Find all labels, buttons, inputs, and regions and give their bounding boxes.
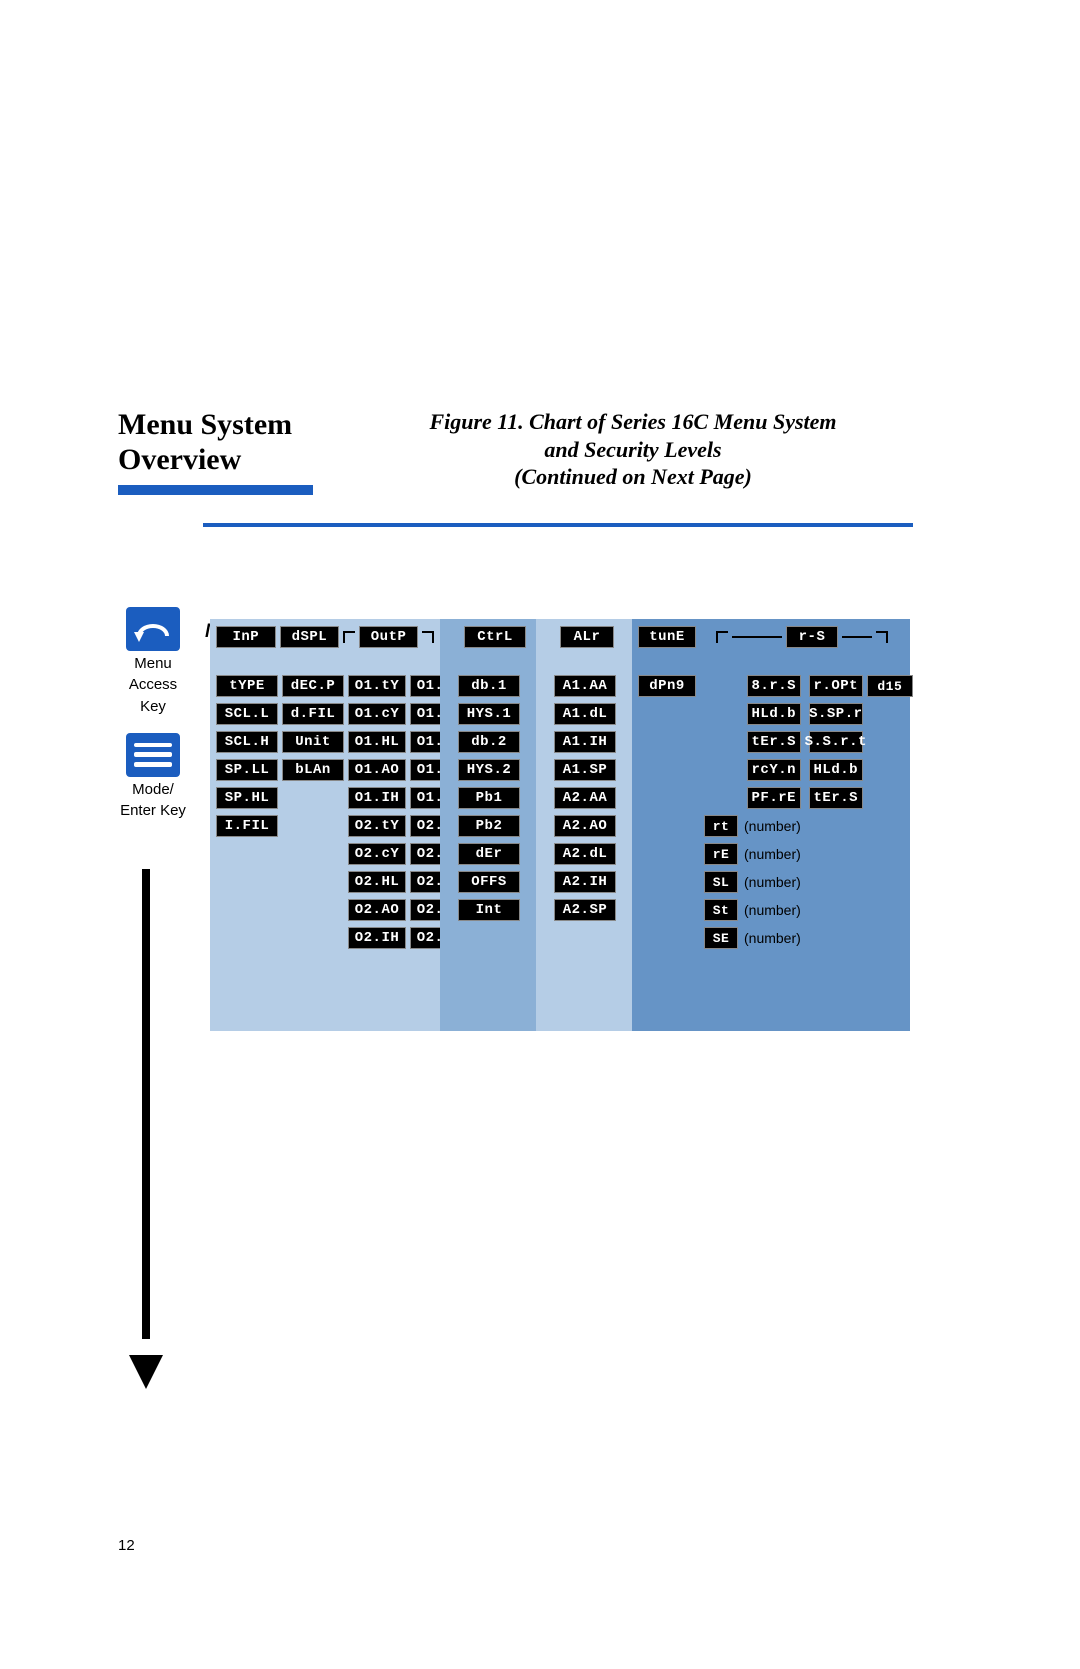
lcd-item: A2.SP xyxy=(554,899,616,921)
lcd-item: S.SP.r xyxy=(809,703,863,725)
figure-title-line-3: (Continued on Next Page) xyxy=(353,463,913,491)
lcd-item: d15 xyxy=(867,675,913,697)
lcd-item: SCL.L xyxy=(216,703,278,725)
menu-outp-header: OutP xyxy=(359,626,419,648)
suffix-number: (number) xyxy=(744,874,801,890)
lcd-item: A2.IH xyxy=(554,871,616,893)
lcd-item: SP.HL xyxy=(216,787,278,809)
lcd-item: S.S.r.t xyxy=(809,731,863,753)
menu-8rs-header: 8.r.S xyxy=(747,675,801,697)
lcd-item: O2.tY xyxy=(348,815,406,837)
menu-ctrl-header: CtrL xyxy=(464,626,526,648)
lcd-item: O2.HL xyxy=(348,871,406,893)
lcd-item: tEr.S xyxy=(809,787,863,809)
section-heading-line-1: Menu System xyxy=(118,408,353,443)
page-number: 12 xyxy=(118,1537,135,1554)
lcd-item: HLd.b xyxy=(747,703,801,725)
figure-title-line-1: Figure 11. Chart of Series 16C Menu Syst… xyxy=(353,408,913,436)
lcd-item: PF.rE xyxy=(747,787,801,809)
lcd-item: db.1 xyxy=(458,675,520,697)
menu-tune-header: tunE xyxy=(638,626,696,648)
lcd-item: HYS.1 xyxy=(458,703,520,725)
suffix-number: (number) xyxy=(744,930,801,946)
bracket-left-icon xyxy=(343,631,355,643)
lcd-item: SP.LL xyxy=(216,759,278,781)
lcd-item: O1.tY xyxy=(348,675,406,697)
lcd-item: bLAn xyxy=(282,759,344,781)
lcd-item: OFFS xyxy=(458,871,520,893)
lcd-item: dEr xyxy=(458,843,520,865)
menu-alr-header: ALr xyxy=(560,626,614,648)
lcd-item: SCL.H xyxy=(216,731,278,753)
lcd-item: rt xyxy=(704,815,738,837)
lcd-item: tEr.S xyxy=(747,731,801,753)
lcd-item: Unit xyxy=(282,731,344,753)
suffix-number: (number) xyxy=(744,902,801,918)
down-arrow-icon xyxy=(132,869,160,1389)
divider xyxy=(203,523,913,527)
bracket-bar xyxy=(732,636,782,638)
lcd-item: dPn9 xyxy=(638,675,696,697)
menu-rs-header: r-S xyxy=(786,626,838,648)
lcd-item: Pb2 xyxy=(458,815,520,837)
lcd-item: HYS.2 xyxy=(458,759,520,781)
figure-title-line-2: and Security Levels xyxy=(353,436,913,464)
lcd-item: A2.dL xyxy=(554,843,616,865)
lcd-item: A1.IH xyxy=(554,731,616,753)
mode-enter-key-label-2: Enter Key xyxy=(108,802,198,819)
bracket-right-icon xyxy=(422,631,434,643)
lcd-item: St xyxy=(704,899,738,921)
lcd-item: O1.cY xyxy=(348,703,406,725)
lcd-item: A1.AA xyxy=(554,675,616,697)
lcd-item: rcY.n xyxy=(747,759,801,781)
lcd-item: SL xyxy=(704,871,738,893)
menu-inp-header: InP xyxy=(216,626,276,648)
mode-enter-key-icon xyxy=(126,733,180,777)
suffix-number: (number) xyxy=(744,846,801,862)
lcd-item: SE xyxy=(704,927,738,949)
lcd-item: O1.HL xyxy=(348,731,406,753)
lcd-item: db.2 xyxy=(458,731,520,753)
lcd-item: HLd.b xyxy=(809,759,863,781)
suffix-number: (number) xyxy=(744,818,801,834)
menu-chart: InP dSPL OutP CtrL ALr xyxy=(210,619,913,1031)
lcd-item: O2.AO xyxy=(348,899,406,921)
lcd-item: O1.IH xyxy=(348,787,406,809)
section-heading-line-2: Overview xyxy=(118,443,353,478)
bracket-bar xyxy=(842,636,872,638)
lcd-item: A2.AA xyxy=(554,787,616,809)
lcd-item: d.FIL xyxy=(282,703,344,725)
lcd-item: O2.cY xyxy=(348,843,406,865)
menu-access-key-icon xyxy=(126,607,180,651)
lcd-item: I.FIL xyxy=(216,815,278,837)
heading-underline xyxy=(118,485,313,495)
lcd-item: dEC.P xyxy=(282,675,344,697)
bracket-left-icon xyxy=(716,631,728,643)
menu-access-key-label-3: Key xyxy=(108,698,198,715)
bracket-right-icon xyxy=(876,631,888,643)
lcd-item: O2.IH xyxy=(348,927,406,949)
menu-access-key-label-2: Access xyxy=(108,676,198,693)
menu-access-key-label-1: Menu xyxy=(108,655,198,672)
lcd-item: A1.dL xyxy=(554,703,616,725)
lcd-item: Pb1 xyxy=(458,787,520,809)
lcd-item: tYPE xyxy=(216,675,278,697)
lcd-item: r.OPt xyxy=(809,675,863,697)
mode-enter-key-label-1: Mode/ xyxy=(108,781,198,798)
lcd-item: rE xyxy=(704,843,738,865)
lcd-item: A2.AO xyxy=(554,815,616,837)
lcd-item: Int xyxy=(458,899,520,921)
lcd-item: A1.SP xyxy=(554,759,616,781)
lcd-item: O1.AO xyxy=(348,759,406,781)
menu-dspl-header: dSPL xyxy=(280,626,340,648)
